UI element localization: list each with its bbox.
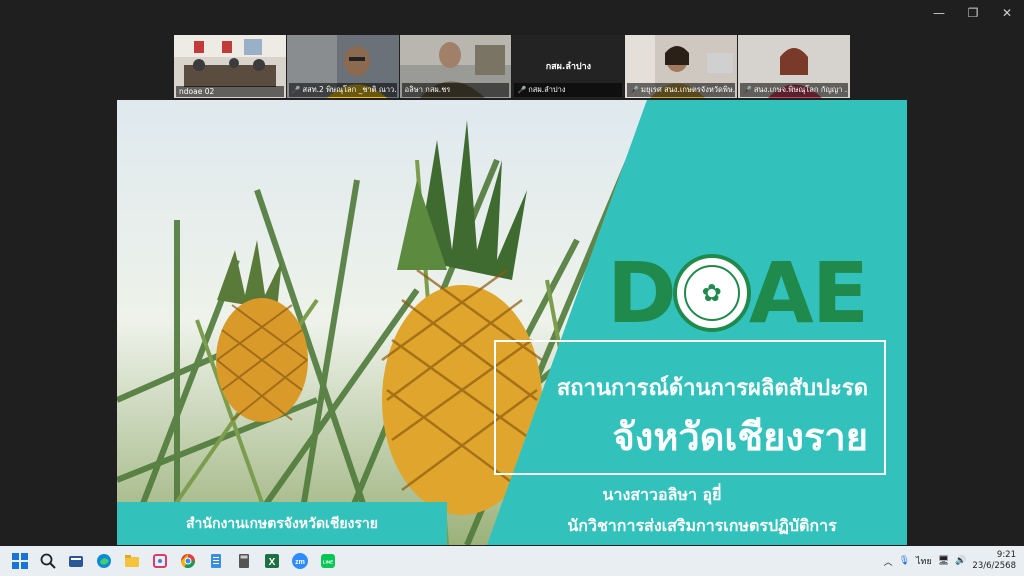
mic-off-icon: 🎤 <box>630 86 640 94</box>
clock-time: 9:21 <box>996 550 1016 560</box>
snipping-icon[interactable] <box>146 547 174 575</box>
participant-name: 🎤 สนง.เกษจ.พิษณุโลก กัญญา ... <box>740 83 848 97</box>
office-label: สำนักงานเกษตรจังหวัดเชียงราย <box>117 502 447 545</box>
svg-text:zm: zm <box>295 559 305 566</box>
svg-text:LINE: LINE <box>323 560 333 565</box>
participant-tile[interactable]: กสผ.ลำปาง 🎤 กสผ.ลำปาง <box>512 35 625 98</box>
calculator-icon[interactable] <box>230 547 258 575</box>
participant-placeholder-name: กสผ.ลำปาง <box>545 62 592 72</box>
search-icon[interactable] <box>34 547 62 575</box>
participant-tile[interactable]: ndoae 02 <box>174 35 286 98</box>
clock[interactable]: 9:21 23/6/2568 <box>972 550 1016 572</box>
slide-title-box: สถานการณ์ด้านการผลิตสับปะรด จังหวัดเชียง… <box>494 340 886 475</box>
doae-seal-icon: ✿ <box>672 253 751 332</box>
doae-logo: D ✿ AE <box>607 243 869 342</box>
participant-tile-active-speaker[interactable]: อลิษา กสผ.ชร <box>399 35 512 98</box>
task-view-icon[interactable] <box>62 547 90 575</box>
taskbar: X zm LINE ︿ 🎙 ไทย 🖥 🔊 9:21 23/6/2568 <box>0 546 1024 576</box>
svg-text:X: X <box>269 557 276 568</box>
volume-icon[interactable]: 🔊 <box>955 556 966 566</box>
mic-off-icon: 🎤 <box>291 86 301 94</box>
line-icon[interactable]: LINE <box>314 547 342 575</box>
participant-strip: ndoae 02 🎤 สสท.2 พิษณุโลก _ชาติ ณาว... อล… <box>174 35 850 98</box>
mic-off-icon: 🎤 <box>517 86 527 94</box>
notepad-icon[interactable] <box>202 547 230 575</box>
participant-name: 🎤 มยุเรศ สนง.เกษตรจังหวัดพิษ... <box>627 83 736 97</box>
participant-name: ndoae 02 <box>176 86 284 97</box>
restore-button[interactable]: ❐ <box>956 0 990 26</box>
chrome-icon[interactable] <box>174 547 202 575</box>
network-icon[interactable]: 🖥 <box>938 556 949 566</box>
participant-tile[interactable]: 🎤 สนง.เกษจ.พิษณุโลก กัญญา ... <box>738 35 850 98</box>
chevron-up-icon[interactable]: ︿ <box>884 555 893 568</box>
presenter-role: นักวิชาการส่งเสริมการเกษตรปฏิบัติการ <box>567 516 837 535</box>
windows-start-icon[interactable] <box>6 547 34 575</box>
presenter-name: นางสาวอลิษา อุยี่ <box>602 485 722 504</box>
minimize-button[interactable]: — <box>922 0 956 26</box>
excel-icon[interactable]: X <box>258 547 286 575</box>
slide-title-line1: สถานการณ์ด้านการผลิตสับปะรด <box>556 376 868 401</box>
taskbar-apps: X zm LINE <box>6 547 342 575</box>
zoom-icon[interactable]: zm <box>286 547 314 575</box>
shared-screen-slide: สำนักงานเกษตรจังหวัดเชียงราย D ✿ AE สถาน… <box>117 100 907 545</box>
participant-tile[interactable]: 🎤 มยุเรศ สนง.เกษตรจังหวัดพิษ... <box>625 35 738 98</box>
system-tray: ︿ 🎙 ไทย 🖥 🔊 9:21 23/6/2568 <box>884 546 1016 576</box>
participant-tile[interactable]: 🎤 สสท.2 พิษณุโลก _ชาติ ณาว... <box>286 35 399 98</box>
clock-date: 23/6/2568 <box>972 561 1016 571</box>
participant-name: 🎤 สสท.2 พิษณุโลก _ชาติ ณาว... <box>288 83 397 97</box>
edge-icon[interactable] <box>90 547 118 575</box>
file-explorer-icon[interactable] <box>118 547 146 575</box>
window-controls: — ❐ ✕ <box>922 0 1024 26</box>
close-button[interactable]: ✕ <box>990 0 1024 26</box>
participant-name: 🎤 กสผ.ลำปาง <box>514 83 623 97</box>
participant-name: อลิษา กสผ.ชร <box>401 83 510 97</box>
slide-title-line2: จังหวัดเชียงราย <box>612 415 869 459</box>
microphone-icon[interactable]: 🎙 <box>899 556 910 566</box>
zoom-meeting-window: — ❐ ✕ ndoae 02 🎤 สสท.2 พิษณุโลก _ชาติ ณา… <box>0 0 1024 576</box>
language-indicator[interactable]: ไทย <box>916 554 932 568</box>
mic-off-icon: 🎤 <box>743 86 752 94</box>
